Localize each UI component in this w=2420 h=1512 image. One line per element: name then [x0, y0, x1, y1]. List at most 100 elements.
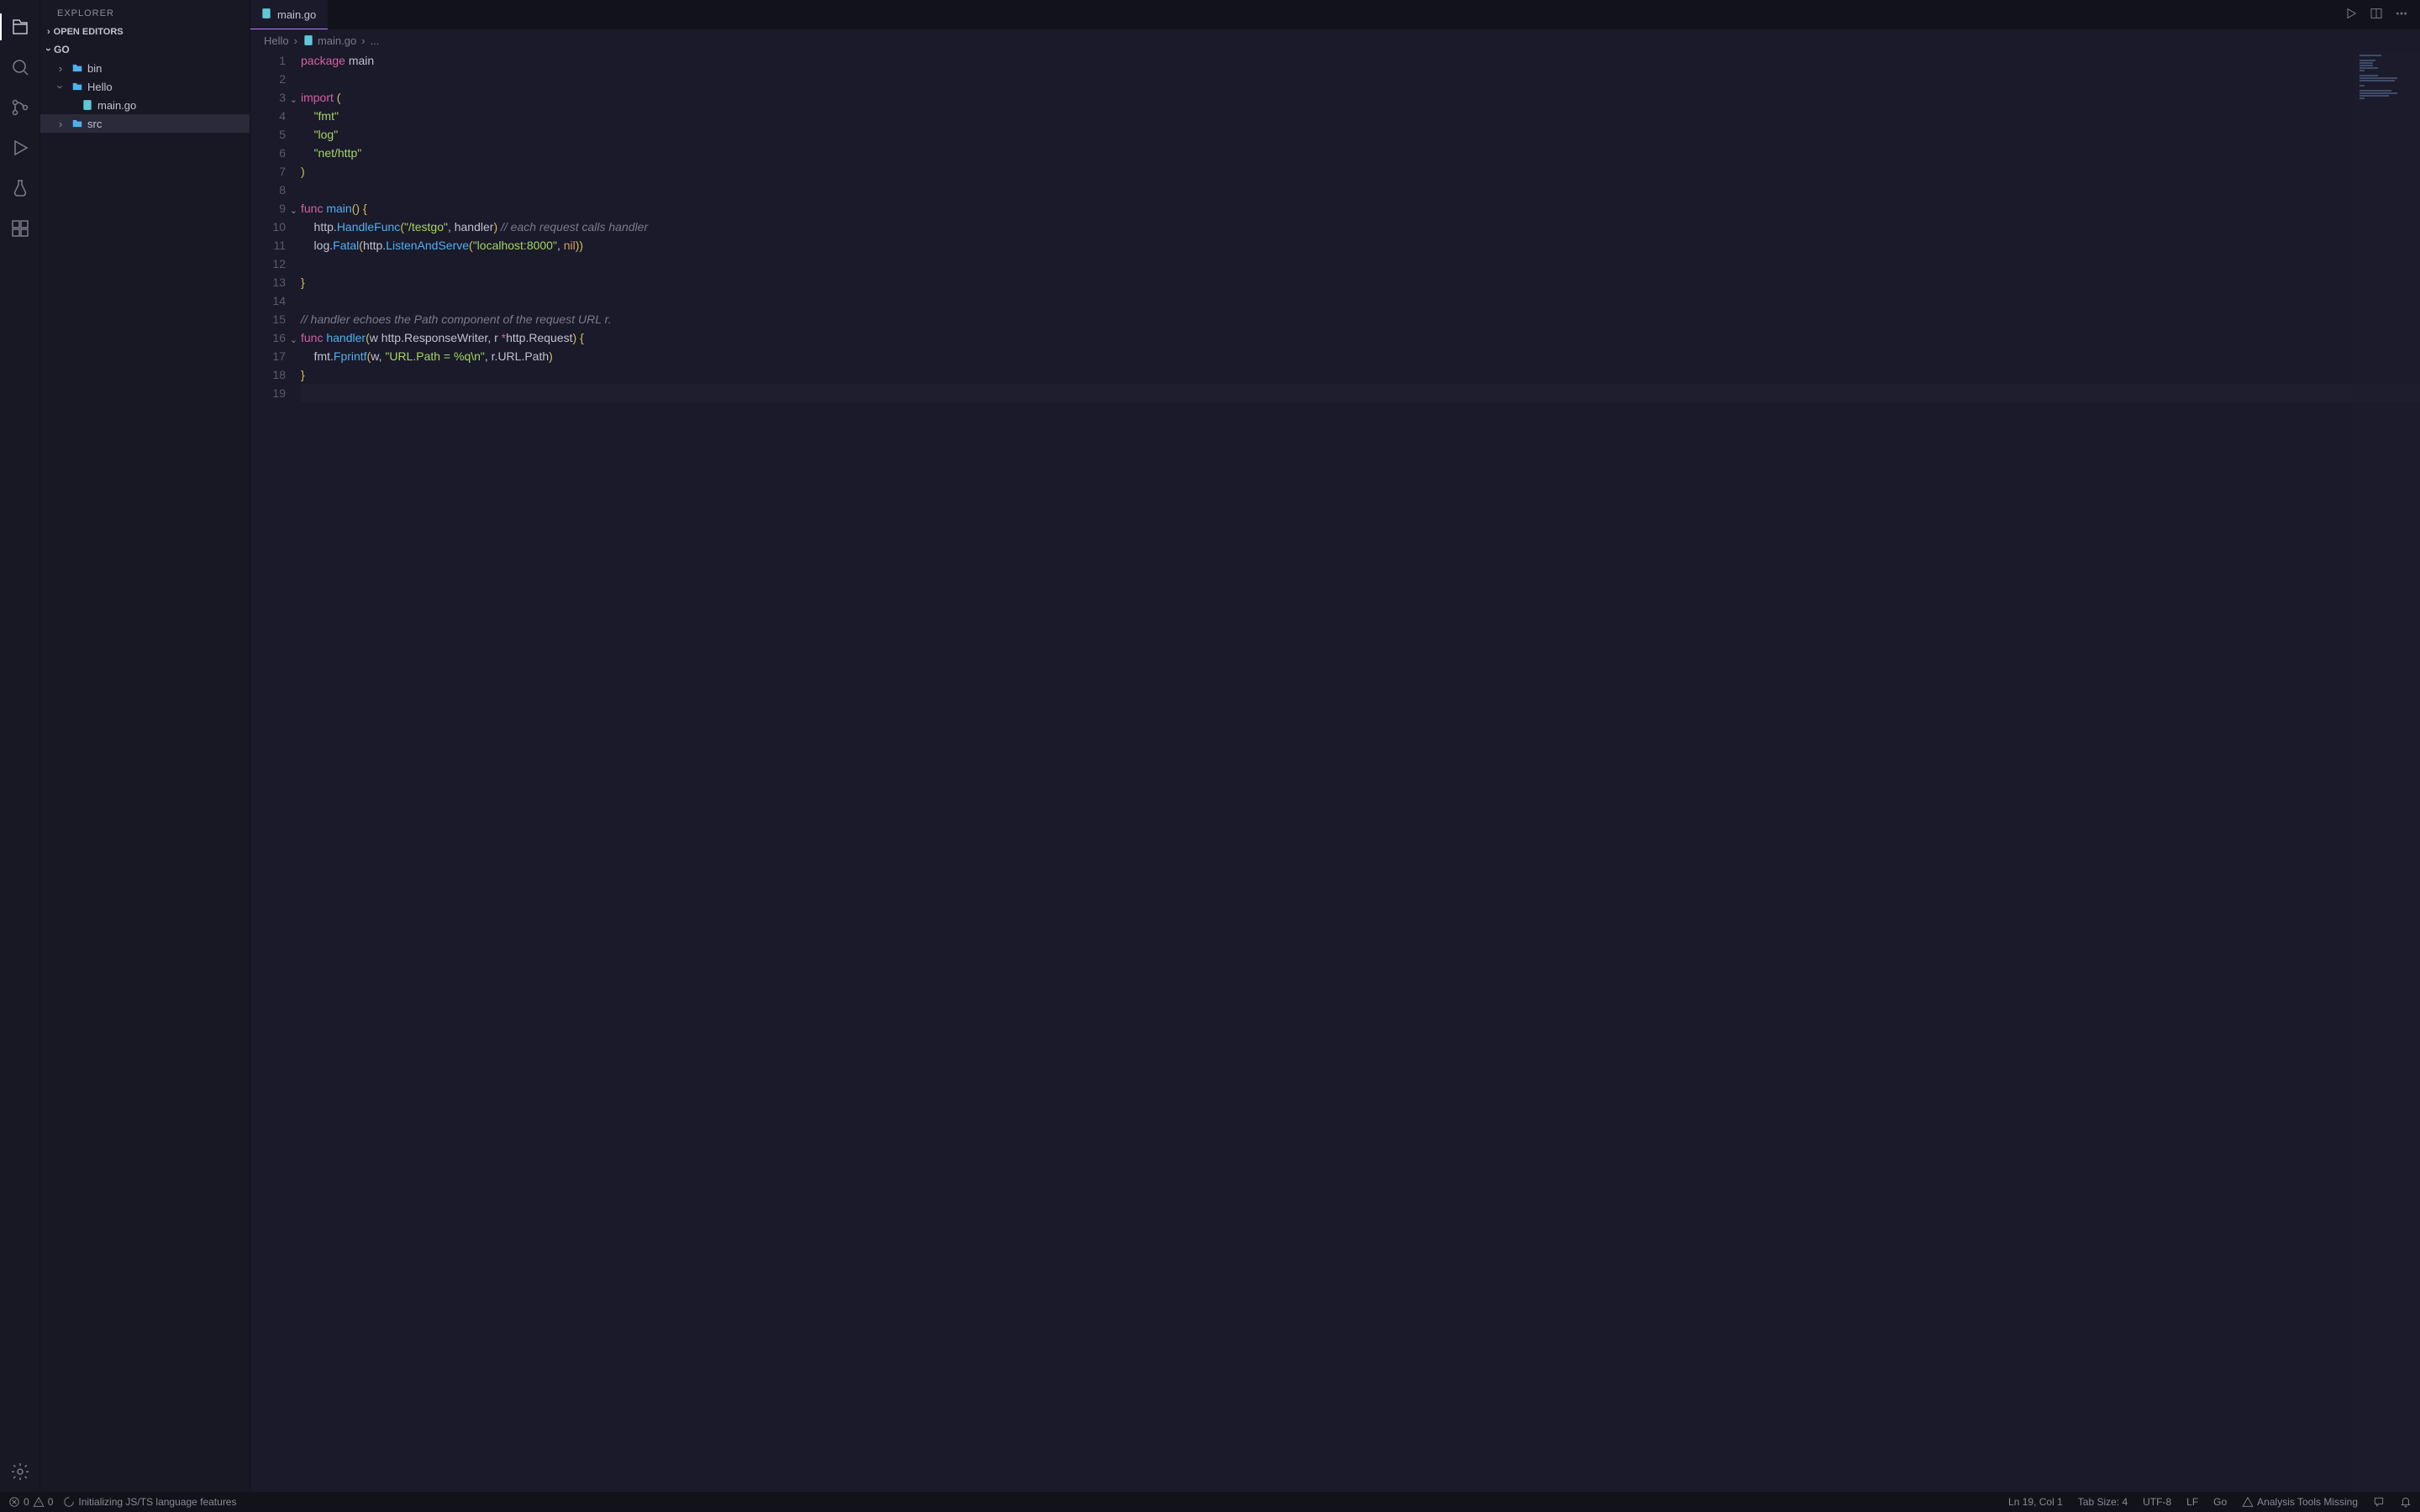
status-eol[interactable]: LF — [2186, 1496, 2198, 1508]
run-icon[interactable] — [2344, 7, 2358, 23]
folder-icon — [71, 80, 84, 93]
sidebar-title: EXPLORER — [40, 0, 250, 24]
testing-activity-item[interactable] — [0, 168, 40, 208]
tab-label: main.go — [277, 8, 316, 21]
folder-item-src[interactable]: › src — [40, 114, 250, 133]
tab-bar: main.go — [250, 0, 2420, 29]
line-number: 8 — [250, 181, 286, 199]
code-line[interactable]: } — [301, 273, 2420, 291]
code-line[interactable]: http.HandleFunc("/testgo", handler) // e… — [301, 218, 2420, 236]
status-analysis-warning[interactable]: Analysis Tools Missing — [2242, 1496, 2358, 1508]
code-line[interactable]: // handler echoes the Path component of … — [301, 310, 2420, 328]
code-line[interactable]: ) — [301, 162, 2420, 181]
settings-gear-icon[interactable] — [0, 1452, 40, 1492]
code-line[interactable] — [301, 255, 2420, 273]
code-line[interactable]: func handler(w http.ResponseWriter, r *h… — [301, 328, 2420, 347]
status-bell-icon[interactable] — [2400, 1496, 2412, 1508]
status-task[interactable]: Initializing JS/TS language features — [63, 1496, 236, 1508]
activity-bar — [0, 0, 40, 1492]
line-number: 3⌄ — [250, 88, 286, 107]
status-encoding[interactable]: UTF-8 — [2143, 1496, 2171, 1508]
tree-item-label: src — [87, 118, 102, 130]
line-number: 9⌄ — [250, 199, 286, 218]
folder-icon — [71, 61, 84, 75]
open-editors-label: OPEN EDITORS — [54, 27, 124, 37]
editor-area: main.go Hello › main.go › ... 123⌄456789… — [250, 0, 2420, 1492]
line-number: 17 — [250, 347, 286, 365]
code-line[interactable]: import ( — [301, 88, 2420, 107]
editor-body[interactable]: 123⌄456789⌄10111213141516⌄171819 package… — [250, 51, 2420, 1492]
breadcrumbs[interactable]: Hello › main.go › ... — [250, 29, 2420, 51]
open-editors-header[interactable]: › OPEN EDITORS — [40, 24, 250, 40]
code-line[interactable] — [301, 181, 2420, 199]
more-actions-icon[interactable] — [2395, 7, 2408, 23]
code-line[interactable]: package main — [301, 51, 2420, 70]
status-problems[interactable]: 0 0 — [8, 1496, 53, 1508]
line-number: 19 — [250, 384, 286, 402]
chevron-right-icon: › — [47, 27, 50, 37]
go-file-icon — [81, 98, 94, 112]
folder-item-hello[interactable]: › Hello — [40, 77, 250, 96]
code-line[interactable]: func main() { — [301, 199, 2420, 218]
tab-main-go[interactable]: main.go — [250, 0, 328, 29]
fold-icon[interactable]: ⌄ — [290, 202, 297, 220]
line-number: 2 — [250, 70, 286, 88]
fold-icon[interactable]: ⌄ — [290, 331, 297, 349]
line-number: 4 — [250, 107, 286, 125]
line-number: 6 — [250, 144, 286, 162]
chevron-right-icon: › — [54, 62, 67, 75]
tree-item-label: Hello — [87, 81, 113, 93]
go-file-icon — [260, 8, 272, 22]
extensions-activity-item[interactable] — [0, 208, 40, 249]
code-line[interactable]: log.Fatal(http.ListenAndServe("localhost… — [301, 236, 2420, 255]
tree-item-label: bin — [87, 62, 102, 75]
line-number: 5 — [250, 125, 286, 144]
explorer-activity-item[interactable] — [0, 7, 40, 47]
status-tab-size[interactable]: Tab Size: 4 — [2078, 1496, 2128, 1508]
error-count: 0 — [24, 1496, 29, 1508]
code-line[interactable]: "log" — [301, 125, 2420, 144]
status-language[interactable]: Go — [2213, 1496, 2227, 1508]
status-cursor-position[interactable]: Ln 19, Col 1 — [2008, 1496, 2063, 1508]
root-folder-header[interactable]: › GO — [40, 40, 250, 59]
run-debug-activity-item[interactable] — [0, 128, 40, 168]
breadcrumb-symbol[interactable]: ... — [371, 34, 380, 47]
code-line[interactable]: fmt.Fprintf(w, "URL.Path = %q\n", r.URL.… — [301, 347, 2420, 365]
line-number: 15 — [250, 310, 286, 328]
line-number: 1 — [250, 51, 286, 70]
sidebar: EXPLORER › OPEN EDITORS › GO › bin › Hello m… — [40, 0, 250, 1492]
chevron-right-icon: › — [294, 34, 297, 47]
chevron-right-icon: › — [54, 118, 67, 130]
line-number: 7 — [250, 162, 286, 181]
status-feedback-icon[interactable] — [2373, 1496, 2385, 1508]
breadcrumb-file[interactable]: main.go — [302, 34, 356, 47]
code-content[interactable]: package main import ( "fmt" "log" "net/h… — [301, 51, 2420, 1492]
code-line[interactable] — [301, 384, 2420, 402]
line-number: 12 — [250, 255, 286, 273]
task-label: Initializing JS/TS language features — [78, 1496, 236, 1508]
file-item-main-go[interactable]: main.go — [40, 96, 250, 114]
code-line[interactable] — [301, 70, 2420, 88]
code-line[interactable]: "fmt" — [301, 107, 2420, 125]
line-number: 13 — [250, 273, 286, 291]
search-activity-item[interactable] — [0, 47, 40, 87]
line-number: 11 — [250, 236, 286, 255]
warning-count: 0 — [48, 1496, 54, 1508]
chevron-right-icon: › — [361, 34, 365, 47]
line-number: 10 — [250, 218, 286, 236]
fold-icon[interactable]: ⌄ — [290, 91, 297, 109]
line-number: 16⌄ — [250, 328, 286, 347]
code-line[interactable]: } — [301, 365, 2420, 384]
folder-icon — [71, 117, 84, 130]
chevron-down-icon: › — [55, 80, 67, 93]
code-line[interactable]: "net/http" — [301, 144, 2420, 162]
line-number: 14 — [250, 291, 286, 310]
breadcrumb-folder[interactable]: Hello — [264, 34, 289, 47]
line-number-gutter: 123⌄456789⌄10111213141516⌄171819 — [250, 51, 301, 1492]
tree-item-label: main.go — [97, 99, 136, 112]
split-editor-icon[interactable] — [2370, 7, 2383, 23]
folder-item-bin[interactable]: › bin — [40, 59, 250, 77]
source-control-activity-item[interactable] — [0, 87, 40, 128]
code-line[interactable] — [301, 291, 2420, 310]
root-folder-label: GO — [54, 44, 70, 55]
